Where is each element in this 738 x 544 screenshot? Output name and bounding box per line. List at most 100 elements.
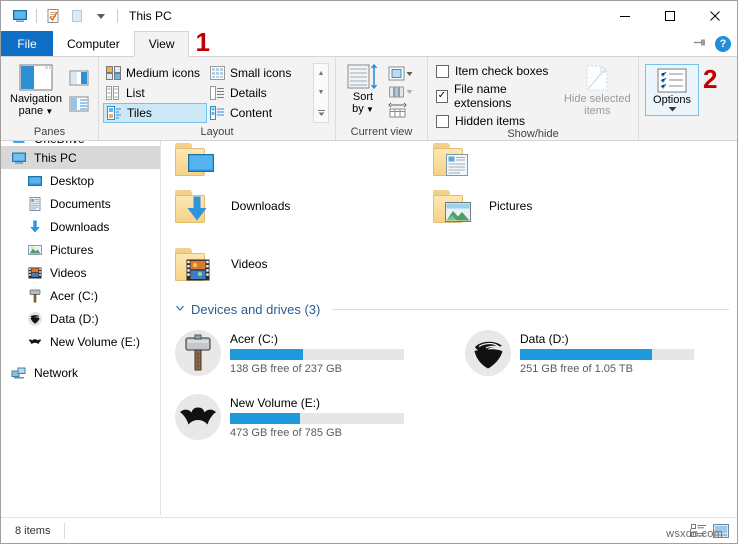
drive-batman-icon	[175, 394, 221, 440]
title-bar: This PC	[1, 1, 737, 31]
add-columns-button[interactable]	[388, 84, 413, 99]
hidden-items-checkbox[interactable]	[436, 115, 449, 128]
sidebar-item-new-volume-e[interactable]: New Volume (E:)	[1, 330, 160, 353]
add-columns-icon	[388, 84, 405, 99]
drive-batman-icon	[27, 334, 43, 350]
downloads-icon	[27, 219, 43, 235]
details-pane-button[interactable]	[69, 96, 89, 115]
folder-desktop-icon	[175, 141, 219, 177]
this-pc-icon[interactable]	[9, 5, 31, 27]
group-by-icon	[388, 66, 405, 81]
tab-computer[interactable]: Computer	[53, 31, 134, 56]
sort-by-button[interactable]: Sort by ▼	[342, 64, 384, 116]
layout-medium-icons[interactable]: Medium icons	[103, 63, 207, 83]
drive-item-data-d[interactable]: Data (D:) 251 GB free of 1.05 TB	[465, 321, 737, 385]
sidebar-item-this-pc[interactable]: This PC	[1, 146, 160, 169]
sidebar-item-downloads[interactable]: Downloads	[1, 215, 160, 238]
list-item[interactable]: Videos	[175, 235, 433, 293]
preview-pane-button[interactable]	[69, 70, 89, 89]
navigation-pane-button[interactable]: Navigation pane ▼	[7, 64, 65, 118]
layout-tiles[interactable]: Tiles	[103, 103, 207, 123]
checkbox-file-name-extensions[interactable]: ✓ File name extensions	[436, 82, 557, 110]
sidebar-item-videos[interactable]: Videos	[1, 261, 160, 284]
pin-ribbon-icon[interactable]	[692, 35, 707, 53]
list-item-label: Pictures	[489, 199, 532, 213]
layout-tiles-label: Tiles	[127, 106, 152, 120]
sidebar-label-data-d: Data (D:)	[50, 312, 99, 326]
drive-usage-bar	[230, 349, 404, 360]
sidebar-item-acer-c[interactable]: Acer (C:)	[1, 284, 160, 307]
details-view-icon[interactable]	[690, 522, 707, 539]
options-button[interactable]: Options	[645, 64, 699, 116]
list-item[interactable]: Downloads	[175, 177, 433, 235]
pictures-icon	[27, 242, 43, 258]
hide-selected-items-icon	[583, 64, 611, 92]
minimize-button[interactable]	[602, 1, 647, 31]
new-folder-icon[interactable]	[66, 5, 88, 27]
tab-file[interactable]: File	[1, 31, 53, 56]
sidebar-item-desktop[interactable]: Desktop	[1, 169, 160, 192]
annotation-marker-2: 2	[703, 66, 717, 92]
checkbox-item-check-boxes[interactable]: Item check boxes	[436, 64, 557, 78]
list-item[interactable]: Pictures	[433, 177, 691, 235]
navigation-pane[interactable]: OneDrive This PC	[1, 141, 161, 515]
list-item[interactable]	[433, 141, 691, 177]
sidebar-label-desktop: Desktop	[50, 174, 94, 188]
drive-item-acer-c[interactable]: Acer (C:) 138 GB free of 237 GB	[175, 321, 465, 385]
status-item-count: 8 items	[1, 525, 50, 537]
sidebar-spacer	[1, 353, 160, 361]
window-title: This PC	[129, 9, 172, 23]
maximize-button[interactable]	[647, 1, 692, 31]
group-by-button[interactable]	[388, 66, 413, 81]
layout-scroll-up[interactable]: ▲	[314, 64, 328, 83]
customize-qat-icon[interactable]	[90, 5, 112, 27]
layout-content[interactable]: Content	[207, 103, 311, 123]
file-name-extensions-checkbox[interactable]: ✓	[436, 90, 448, 103]
tab-view[interactable]: View	[134, 31, 190, 57]
content-icon	[210, 106, 225, 120]
drive-free-space: 138 GB free of 237 GB	[230, 363, 445, 375]
ribbon: Navigation pane ▼	[1, 57, 737, 141]
layout-details[interactable]: Details	[207, 83, 311, 103]
checkbox-hidden-items[interactable]: Hidden items	[436, 114, 557, 128]
layout-small-icons[interactable]: Small icons	[207, 63, 311, 83]
folder-pictures-icon	[433, 188, 477, 224]
sidebar-label-this-pc: This PC	[34, 151, 77, 165]
drive-item-new-volume-e[interactable]: New Volume (E:) 473 GB free of 785 GB	[175, 385, 465, 449]
hidden-items-label: Hidden items	[455, 114, 525, 128]
desktop-icon	[27, 173, 43, 189]
sort-by-label-2: by	[352, 103, 364, 115]
item-check-boxes-checkbox[interactable]	[436, 65, 449, 78]
sidebar-label-downloads: Downloads	[50, 220, 109, 234]
folder-documents-icon	[433, 141, 477, 177]
layout-column-left: Medium icons List	[103, 63, 207, 123]
options-label: Options	[653, 94, 691, 106]
window-controls	[602, 1, 737, 31]
help-icon[interactable]: ?	[715, 36, 731, 52]
large-icons-view-icon[interactable]	[712, 522, 729, 539]
chevron-down-icon[interactable]	[175, 303, 185, 316]
close-button[interactable]	[692, 1, 737, 31]
layout-gallery-scrollbar[interactable]: ▲ ▼	[313, 63, 329, 123]
layout-list[interactable]: List	[103, 83, 207, 103]
sidebar-item-pictures[interactable]: Pictures	[1, 238, 160, 261]
section-header-devices-and-drives[interactable]: Devices and drives (3)	[175, 297, 737, 321]
list-item[interactable]	[175, 141, 433, 177]
layout-content-label: Content	[230, 106, 272, 120]
drive-free-space: 473 GB free of 785 GB	[230, 427, 445, 439]
status-divider	[64, 523, 65, 539]
navigation-pane-label-1: Navigation	[10, 93, 62, 105]
file-list-pane[interactable]: Downloads	[161, 141, 737, 515]
layout-scroll-down[interactable]: ▼	[314, 83, 328, 102]
sidebar-item-data-d[interactable]: Data (D:)	[1, 307, 160, 330]
sidebar-label-acer-c: Acer (C:)	[50, 289, 98, 303]
ribbon-tab-strip: File Computer View 1 ?	[1, 31, 737, 57]
drive-usage-fill	[520, 349, 652, 360]
sidebar-label-pictures: Pictures	[50, 243, 93, 257]
layout-scroll-more[interactable]	[314, 103, 328, 122]
properties-icon[interactable]	[42, 5, 64, 27]
size-columns-to-fit-button[interactable]	[388, 102, 413, 118]
sidebar-item-network[interactable]: Network	[1, 361, 160, 384]
sidebar-item-documents[interactable]: Documents	[1, 192, 160, 215]
file-list-scroll-area: Downloads	[161, 141, 737, 515]
